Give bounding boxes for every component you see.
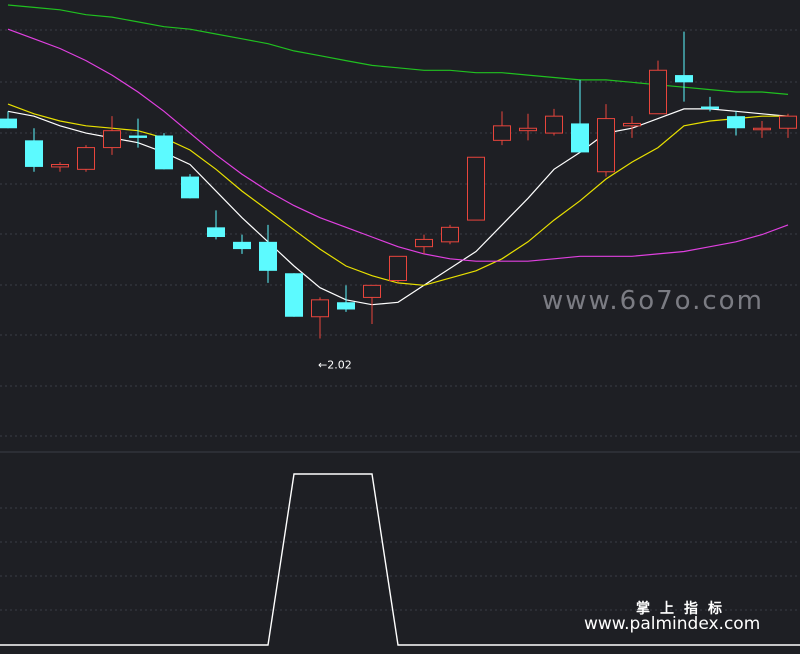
candle-body — [389, 255, 407, 282]
candle — [77, 145, 95, 172]
candle — [389, 255, 407, 283]
candle-body — [779, 115, 797, 129]
candle-body — [597, 118, 615, 173]
gridlines — [0, 29, 800, 611]
candle — [103, 116, 121, 155]
candle-body — [181, 176, 199, 199]
candle-body — [155, 135, 173, 170]
candle-body — [311, 299, 329, 318]
candle-body — [493, 125, 511, 141]
candle — [467, 156, 485, 221]
low-marker: ←2.02 — [318, 359, 352, 372]
ma-line-magenta — [7, 28, 789, 262]
candle — [233, 234, 251, 254]
candle — [779, 113, 797, 138]
candle — [337, 285, 355, 312]
candle — [571, 79, 589, 153]
candle-body — [545, 115, 563, 134]
candle — [311, 297, 329, 339]
candle — [623, 116, 641, 138]
candle — [51, 162, 69, 172]
candle-body — [441, 226, 459, 243]
candle — [753, 121, 771, 138]
candle — [0, 111, 17, 129]
candle — [285, 273, 303, 317]
candle — [597, 104, 615, 177]
ma-line-green — [7, 4, 789, 95]
candle-body — [259, 241, 277, 271]
watermark-brand-url: www.palmindex.com — [584, 614, 761, 634]
candle-body — [0, 118, 17, 129]
candle-body — [623, 122, 641, 127]
candle-body — [701, 106, 719, 109]
candle — [441, 224, 459, 245]
candle-body — [571, 123, 589, 153]
candle-body — [103, 130, 121, 149]
candle — [519, 113, 537, 141]
candle-body — [675, 75, 693, 83]
candle-body — [415, 238, 433, 248]
candle-body — [207, 227, 225, 237]
candle-body — [467, 156, 485, 221]
candle — [25, 128, 43, 172]
candle-body — [51, 164, 69, 168]
chart-area: ←2.02 www.6o7o.com 掌上指标 www.palmindex.co… — [0, 0, 800, 650]
candle-body — [77, 147, 95, 170]
candle — [727, 111, 745, 136]
candle — [493, 111, 511, 146]
candle — [545, 108, 563, 136]
candle — [155, 133, 173, 170]
chart-svg: ←2.02 — [0, 4, 800, 646]
candle — [415, 234, 433, 254]
candle-body — [753, 127, 771, 131]
candle-body — [285, 273, 303, 317]
watermark-center: www.6o7o.com — [542, 286, 764, 316]
low-marker-label: ←2.02 — [318, 359, 352, 372]
candle-body — [519, 127, 537, 132]
candle-body — [25, 140, 43, 167]
candle — [207, 210, 225, 240]
candle-body — [129, 135, 147, 138]
candle — [675, 31, 693, 102]
candle-body — [649, 69, 667, 115]
candle — [181, 174, 199, 199]
candle-body — [363, 284, 381, 298]
candle-body — [337, 302, 355, 310]
candle — [649, 60, 667, 115]
candle-body — [233, 241, 251, 250]
candle-body — [727, 116, 745, 129]
